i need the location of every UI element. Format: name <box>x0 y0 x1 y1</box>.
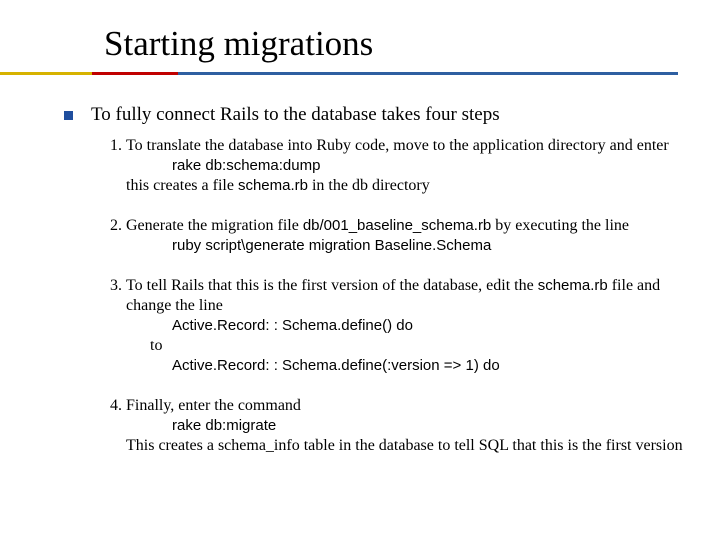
underline-blue <box>178 72 678 75</box>
step-1: To translate the database into Ruby code… <box>126 136 684 196</box>
lead-row: To fully connect Rails to the database t… <box>64 104 684 126</box>
bullet-icon <box>64 111 73 120</box>
step-2-intro-b: by executing the line <box>491 217 629 234</box>
title-block: Starting migrations <box>104 24 373 64</box>
underline-yellow <box>0 72 92 75</box>
step-2-code: ruby script\generate migration Baseline.… <box>172 237 491 254</box>
step-2: Generate the migration file db/001_basel… <box>126 216 684 256</box>
step-3-intro-a: To tell Rails that this is the first ver… <box>126 277 538 294</box>
step-1-out-a: this creates a file <box>126 177 238 194</box>
step-3-code-after: Active.Record: : Schema.define(:version … <box>172 357 500 374</box>
step-1-out-b: in the db directory <box>308 177 430 194</box>
step-2-filename: db/001_baseline_schema.rb <box>303 217 491 234</box>
step-1-intro: To translate the database into Ruby code… <box>126 137 669 154</box>
title-underline <box>0 72 700 75</box>
step-3: To tell Rails that this is the first ver… <box>126 276 684 376</box>
step-4-intro: Finally, enter the command <box>126 397 301 414</box>
step-4: Finally, enter the command rake db:migra… <box>126 396 684 456</box>
body: To fully connect Rails to the database t… <box>64 104 684 476</box>
step-2-intro-a: Generate the migration file <box>126 217 303 234</box>
page-title: Starting migrations <box>104 24 373 64</box>
step-4-out: This creates a schema_info table in the … <box>126 437 683 454</box>
step-3-to: to <box>150 337 162 354</box>
step-1-filename: schema.rb <box>238 177 308 194</box>
steps-list: To translate the database into Ruby code… <box>102 136 684 456</box>
step-4-code: rake db:migrate <box>172 417 276 434</box>
lead-text: To fully connect Rails to the database t… <box>91 104 500 126</box>
underline-red <box>92 72 178 75</box>
step-1-code: rake db:schema:dump <box>172 157 320 174</box>
slide: Starting migrations To fully connect Rai… <box>0 0 720 540</box>
step-3-filename: schema.rb <box>538 277 608 294</box>
step-3-code-before: Active.Record: : Schema.define() do <box>172 317 413 334</box>
